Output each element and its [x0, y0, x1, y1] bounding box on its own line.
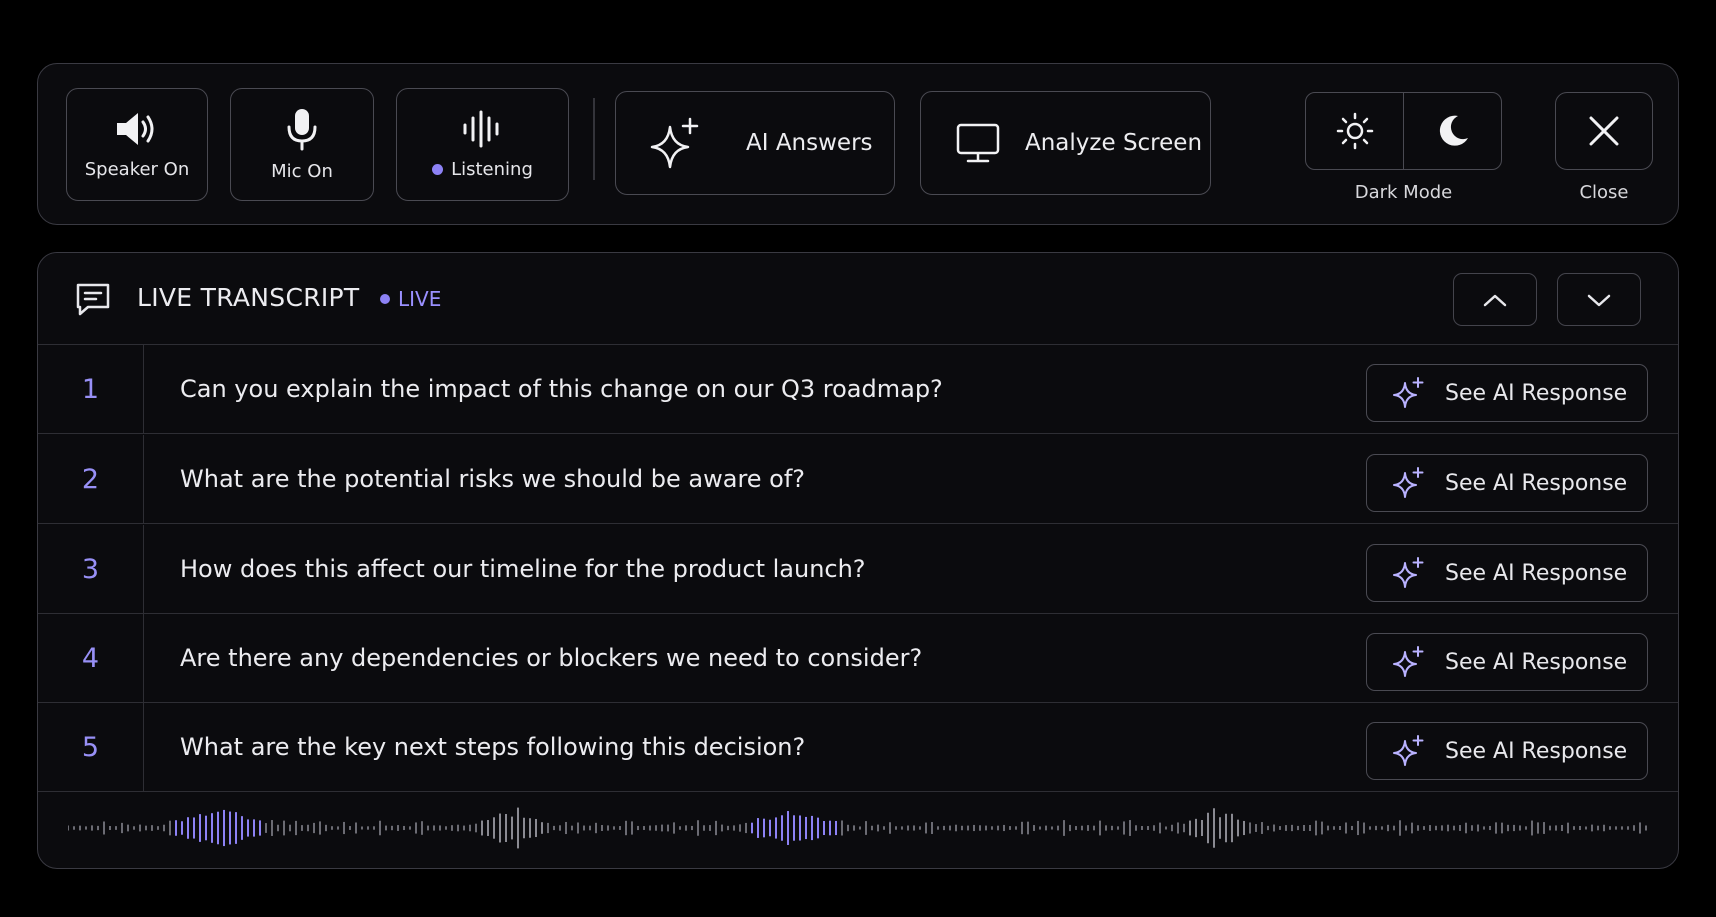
- see-ai-response-label: See AI Response: [1445, 470, 1628, 496]
- audio-waveform: [68, 807, 1647, 849]
- listening-button[interactable]: Listening: [396, 88, 569, 201]
- transcript-row: 2 What are the potential risks we should…: [38, 435, 1678, 524]
- ai-answers-button[interactable]: AI Answers: [615, 91, 895, 195]
- close-label: Close: [1579, 182, 1629, 203]
- live-badge: LIVE: [380, 287, 441, 311]
- transcript-row: 5 What are the key next steps following …: [38, 703, 1678, 792]
- row-number: 4: [38, 614, 144, 702]
- close-icon: [1589, 116, 1619, 146]
- sparkle-icon: [1393, 467, 1424, 498]
- waveform-icon: [463, 110, 498, 148]
- analyze-screen-button[interactable]: Analyze Screen: [920, 91, 1211, 195]
- toolbar: Speaker On Mic On Listening AI Answers A…: [37, 63, 1679, 225]
- row-number: 2: [38, 435, 144, 523]
- close-button[interactable]: [1555, 92, 1653, 170]
- analyze-screen-label: Analyze Screen: [1025, 130, 1203, 156]
- live-label: LIVE: [398, 287, 442, 311]
- scroll-down-button[interactable]: [1557, 273, 1641, 326]
- sparkle-icon: [1393, 646, 1424, 677]
- mic-button[interactable]: Mic On: [230, 88, 374, 201]
- transcript-row: 4 Are there any dependencies or blockers…: [38, 614, 1678, 703]
- scroll-up-button[interactable]: [1453, 273, 1537, 326]
- question-text: Are there any dependencies or blockers w…: [180, 644, 923, 672]
- see-ai-response-label: See AI Response: [1445, 738, 1628, 764]
- row-number: 3: [38, 525, 144, 613]
- monitor-icon: [956, 123, 1000, 163]
- moon-icon: [1439, 115, 1468, 146]
- sparkle-icon: [650, 117, 699, 169]
- question-text: Can you explain the impact of this chang…: [180, 375, 943, 403]
- sparkle-icon: [1393, 735, 1424, 766]
- listening-status: Listening: [432, 159, 533, 180]
- dark-mode-label: Dark Mode: [1354, 182, 1453, 203]
- transcript-row: 1 Can you explain the impact of this cha…: [38, 345, 1678, 434]
- theme-toggle: [1305, 92, 1502, 170]
- see-ai-response-label: See AI Response: [1445, 649, 1628, 675]
- question-text: What are the key next steps following th…: [180, 733, 806, 761]
- question-text: How does this affect our timeline for th…: [180, 555, 866, 583]
- ai-answers-label: AI Answers: [746, 130, 873, 156]
- see-ai-response-button[interactable]: See AI Response: [1366, 544, 1648, 602]
- mic-label: Mic On: [271, 161, 333, 182]
- transcript-title: LIVE TRANSCRIPT: [137, 283, 360, 312]
- speaker-button[interactable]: Speaker On: [66, 88, 208, 201]
- chevron-down-icon: [1587, 294, 1611, 306]
- see-ai-response-button[interactable]: See AI Response: [1366, 722, 1648, 780]
- speaker-icon: [117, 113, 154, 145]
- row-number: 1: [38, 345, 144, 433]
- mic-icon: [287, 109, 317, 151]
- sparkle-icon: [1393, 557, 1424, 588]
- listening-label: Listening: [451, 159, 533, 180]
- transcript-row: 3 How does this affect our timeline for …: [38, 525, 1678, 614]
- see-ai-response-button[interactable]: See AI Response: [1366, 364, 1648, 422]
- speaker-label: Speaker On: [84, 159, 190, 180]
- toolbar-divider: [593, 98, 595, 180]
- chat-icon: [76, 283, 110, 316]
- see-ai-response-label: See AI Response: [1445, 560, 1628, 586]
- see-ai-response-button[interactable]: See AI Response: [1366, 633, 1648, 691]
- dark-mode-toggle[interactable]: [1403, 93, 1501, 169]
- see-ai-response-label: See AI Response: [1445, 380, 1628, 406]
- light-mode-toggle[interactable]: [1306, 93, 1403, 169]
- transcript-header: LIVE TRANSCRIPT LIVE: [38, 253, 1678, 345]
- sparkle-icon: [1393, 377, 1424, 408]
- listening-dot: [432, 164, 444, 175]
- transcript-panel: LIVE TRANSCRIPT LIVE 1 Can you explain t…: [37, 252, 1679, 869]
- chevron-up-icon: [1483, 294, 1507, 306]
- row-number: 5: [38, 703, 144, 791]
- see-ai-response-button[interactable]: See AI Response: [1366, 454, 1648, 512]
- live-dot: [380, 294, 390, 304]
- sun-icon: [1336, 112, 1373, 150]
- question-text: What are the potential risks we should b…: [180, 465, 806, 493]
